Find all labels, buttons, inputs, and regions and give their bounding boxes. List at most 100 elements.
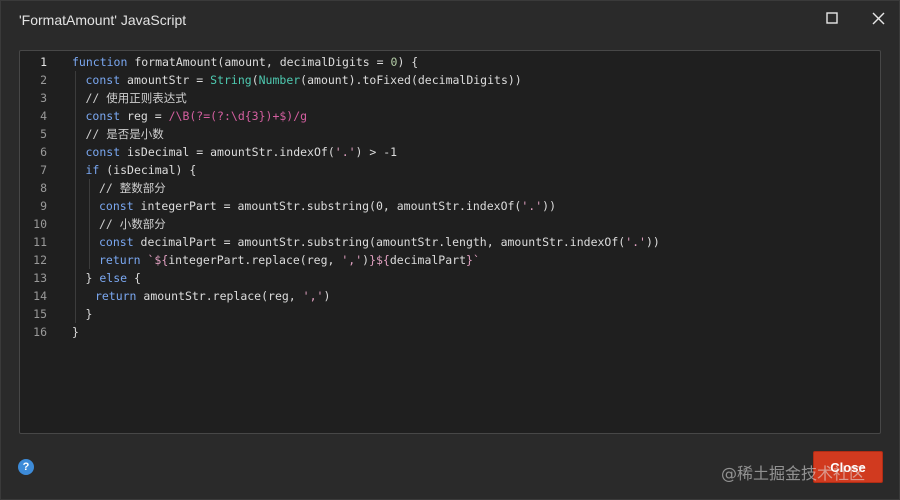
code-line: 2 const amountStr = String(Number(amount)…: [20, 71, 880, 89]
code-text: // 使用正则表达式: [86, 89, 187, 107]
code-token: isDecimal = amountStr.indexOf(: [127, 145, 335, 159]
line-number: 6: [40, 145, 47, 159]
line-number: 15: [33, 307, 47, 321]
code-line: 8 // 整数部分: [20, 179, 880, 197]
title-bar: 'FormatAmount' JavaScript: [1, 1, 899, 41]
code-token: function: [72, 55, 135, 69]
line-number: 2: [40, 73, 47, 87]
code-text: const reg = /\B(?=(?:\d{3})+$)/g: [86, 107, 308, 125]
code-token: integerPart = amountStr.substring(0, amo…: [140, 199, 522, 213]
code-token: if: [85, 163, 107, 177]
code-line: 4 const reg = /\B(?=(?:\d{3})+$)/g: [20, 107, 880, 125]
code-line: 5 // 是否是小数: [20, 125, 880, 143]
code-token: decimalPart: [389, 253, 467, 267]
window-close-button[interactable]: [867, 7, 889, 29]
code-token: ) > -1: [355, 145, 398, 159]
code-line: 6 const isDecimal = amountStr.indexOf('.'…: [20, 143, 880, 161]
code-line: 3 // 使用正则表达式: [20, 89, 880, 107]
code-token: }: [85, 271, 100, 285]
dialog-title: 'FormatAmount' JavaScript: [19, 12, 187, 28]
code-text: } else {: [86, 269, 141, 287]
code-viewer-dialog: 'FormatAmount' JavaScript 1 function form…: [0, 0, 900, 500]
code-line: 1 function formatAmount(amount, decimalDi…: [20, 53, 880, 71]
code-token: else: [99, 271, 134, 285]
code-token: Number: [258, 73, 301, 87]
code-token: formatAmount(amount, decimalDigits =: [134, 55, 391, 69]
code-line: 9 const integerPart = amountStr.substring…: [20, 197, 880, 215]
code-token: '.': [625, 235, 646, 249]
code-token: `${: [147, 253, 169, 267]
code-token: integerPart.replace(reg,: [168, 253, 342, 267]
code-token: ): [323, 289, 331, 303]
help-icon[interactable]: ?: [18, 459, 34, 475]
code-token: }${: [369, 253, 390, 267]
code-token: decimalPart = amountStr.substring(amount…: [140, 235, 626, 249]
code-text: // 是否是小数: [86, 125, 164, 143]
code-text: }: [86, 305, 93, 323]
code-token: amountStr.replace(reg,: [143, 289, 303, 303]
code-text: const isDecimal = amountStr.indexOf('.')…: [86, 143, 398, 161]
code-token: const: [85, 73, 128, 87]
code-line: 13} else {: [20, 269, 880, 287]
code-token: )): [542, 199, 556, 213]
code-text: // 小数部分: [99, 215, 166, 233]
code-token: /\B(?=(?:\d{3})+$)/g: [168, 109, 308, 123]
code-token: ) {: [397, 55, 419, 69]
line-number: 14: [33, 289, 47, 303]
code-token: return: [94, 289, 144, 303]
code-line: 7 if (isDecimal) {: [20, 161, 880, 179]
code-token: // 使用正则表达式: [85, 91, 187, 105]
code-token: '.': [334, 145, 356, 159]
code-token: ',': [302, 289, 324, 303]
code-token: (isDecimal) {: [106, 163, 197, 177]
code-token: }: [85, 307, 93, 321]
code-token: const: [85, 145, 128, 159]
code-token: // 整数部分: [99, 181, 166, 195]
code-text: }: [72, 323, 79, 341]
code-token: String: [210, 73, 252, 87]
line-number: 10: [33, 217, 47, 231]
code-token: amountStr =: [127, 73, 211, 87]
code-line: 11 const decimalPart = amountStr.substrin…: [20, 233, 880, 251]
code-line: 16}: [20, 323, 880, 341]
code-token: const: [99, 199, 141, 213]
code-editor[interactable]: 1 function formatAmount(amount, decimalDi…: [19, 50, 881, 434]
line-number: 13: [33, 271, 47, 285]
code-text: const integerPart = amountStr.substring(…: [99, 197, 556, 215]
line-number: 4: [40, 109, 47, 123]
line-number: 3: [40, 91, 47, 105]
maximize-icon: [826, 12, 838, 24]
line-number: 7: [40, 163, 47, 177]
code-text: if (isDecimal) {: [86, 161, 197, 179]
code-line: 12 return `${integerPart.replace(reg, ','…: [20, 251, 880, 269]
indent-guide: [75, 71, 76, 323]
code-token: }`: [466, 253, 480, 267]
code-token: const: [99, 235, 141, 249]
code-text: const decimalPart = amountStr.substring(…: [99, 233, 660, 251]
code-token: (amount).toFixed(decimalDigits)): [300, 73, 522, 87]
code-token: {: [133, 271, 141, 285]
code-token: // 小数部分: [99, 217, 166, 231]
code-line: 14 return amountStr.replace(reg, ','): [20, 287, 880, 305]
line-number: 12: [33, 253, 47, 267]
code-text: // 整数部分: [99, 179, 166, 197]
code-text: return amountStr.replace(reg, ','): [95, 287, 330, 305]
close-button[interactable]: Close: [813, 451, 883, 483]
code-token: return: [99, 253, 148, 267]
line-number: 1: [40, 55, 47, 69]
code-token: ',': [341, 253, 363, 267]
code-token: // 是否是小数: [85, 127, 164, 141]
close-icon: [872, 12, 884, 24]
code-text: function formatAmount(amount, decimalDig…: [72, 53, 418, 71]
code-token: const: [85, 109, 128, 123]
code-text: return `${integerPart.replace(reg, ',')}…: [99, 251, 480, 269]
line-number: 5: [40, 127, 47, 141]
code-token: (: [251, 73, 259, 87]
line-number: 9: [40, 199, 47, 213]
code-token: }: [72, 325, 79, 339]
code-line: 10 // 小数部分: [20, 215, 880, 233]
maximize-button[interactable]: [821, 7, 843, 29]
code-token: reg =: [127, 109, 169, 123]
code-token: '.': [521, 199, 543, 213]
code-line: 15}: [20, 305, 880, 323]
